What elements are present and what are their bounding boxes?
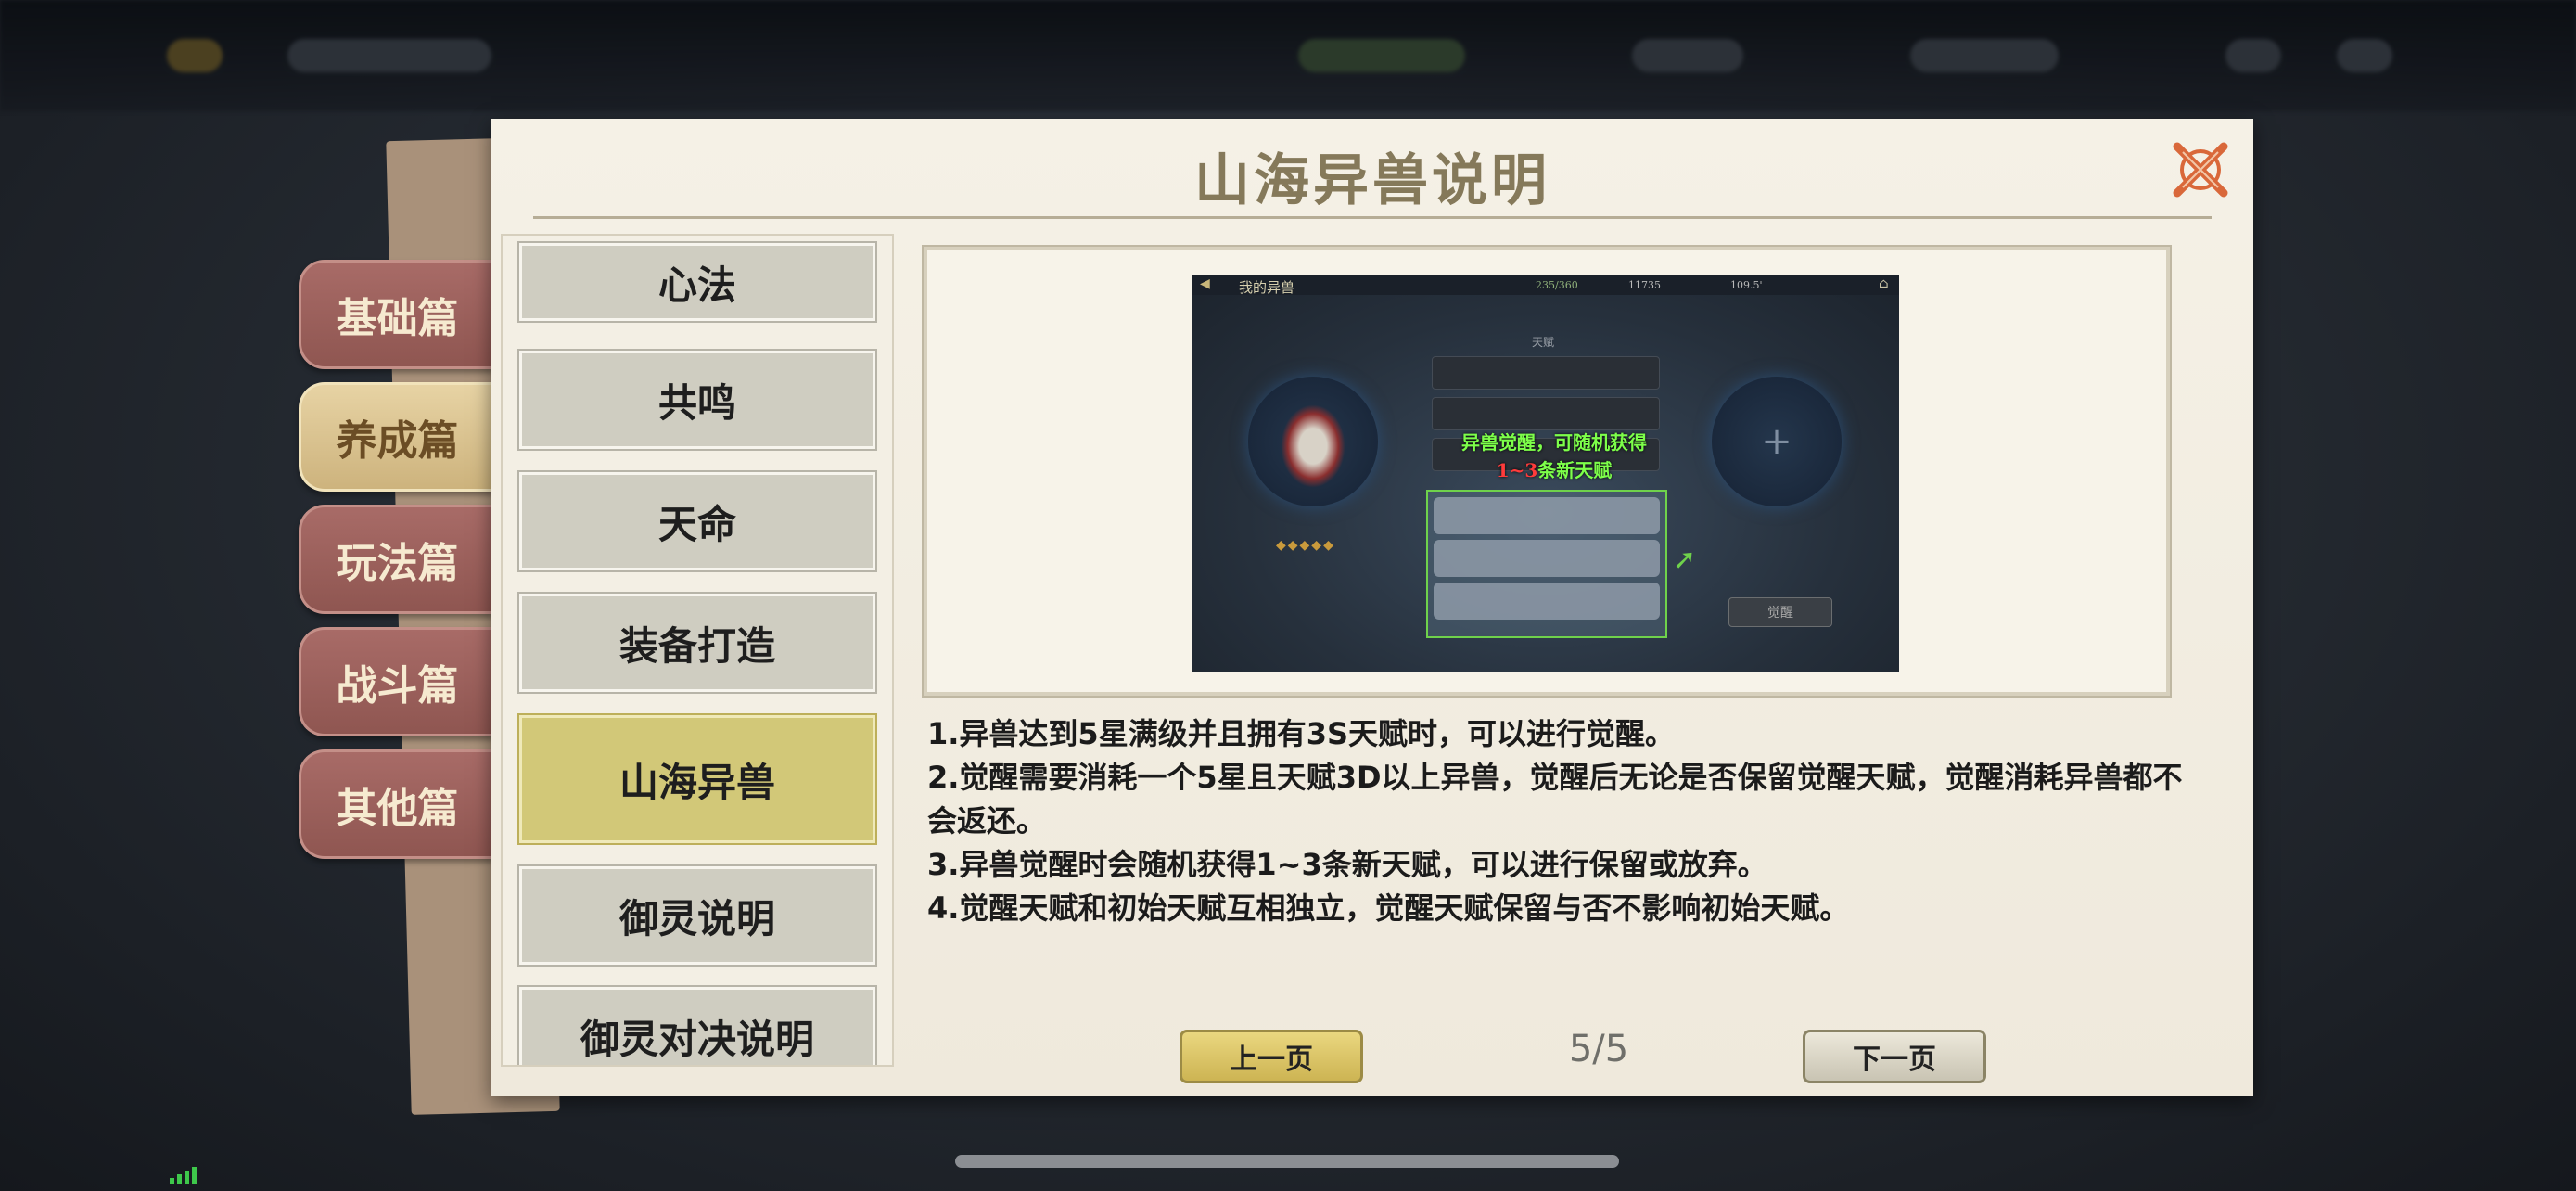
- topic-label: 山海异兽: [618, 759, 775, 805]
- preview-stat-1: 235/360: [1536, 279, 1578, 291]
- awaken-tip-line1: 异兽觉醒，可随机获得: [1461, 431, 1647, 454]
- topic-list[interactable]: 心法 共鸣 天命 装备打造 山海异兽 御灵说明 御灵对决说明: [501, 234, 894, 1067]
- awaken-option: [1434, 497, 1660, 534]
- awaken-options-box: [1426, 490, 1667, 638]
- category-tab-label: 战斗篇: [336, 662, 459, 710]
- description-line-2: 2.觉醒需要消耗一个5星且天赋3D以上异兽，觉醒后无论是否保留觉醒天赋，觉醒消耗…: [927, 760, 2183, 839]
- category-tab-label: 养成篇: [336, 417, 459, 465]
- awaken-tip-line2: 1~3条新天赋: [1443, 456, 1665, 484]
- preview-header-title: 我的异兽: [1239, 279, 1295, 296]
- topic-label: 御灵说明: [618, 895, 775, 941]
- category-tab-label: 其他篇: [336, 785, 459, 832]
- topic-label: 御灵对决说明: [580, 1016, 814, 1062]
- star-row: ◆◆◆◆◆: [1276, 538, 1335, 553]
- awaken-option: [1434, 540, 1660, 577]
- preview-stat-3: 109.5': [1730, 279, 1763, 291]
- topic-label: 心法: [657, 262, 736, 308]
- green-arrow-icon: ➚: [1673, 544, 1697, 576]
- topic-label: 装备打造: [618, 622, 775, 669]
- category-tab-basics[interactable]: 基础篇: [299, 260, 493, 369]
- awaken-tip: 异兽觉醒，可随机获得 1~3条新天赋: [1443, 429, 1665, 484]
- prev-page-button[interactable]: 上一页: [1180, 1030, 1363, 1083]
- next-page-button[interactable]: 下一页: [1803, 1030, 1986, 1083]
- awaken-tip-rest: 条新天赋: [1537, 459, 1613, 481]
- topic-item-tianming[interactable]: 天命: [517, 470, 877, 572]
- talent-row: [1432, 356, 1660, 390]
- description-line-3: 3.异兽觉醒时会随机获得1~3条新天赋，可以进行保留或放弃。: [927, 847, 1767, 882]
- preview-screenshot: ◀ 我的异兽 235/360 11735 109.5' ⌂ + 天赋 异兽觉醒，…: [1192, 275, 1899, 672]
- home-indicator-bar[interactable]: [955, 1155, 1619, 1168]
- preview-stat-2: 11735: [1628, 279, 1661, 291]
- help-dialog: 山海异兽说明 心法 共鸣 天命 装备打造 山海异兽 御灵说明 御灵对决说明 ◀ …: [491, 119, 2253, 1096]
- close-x-icon: [2173, 142, 2228, 198]
- preview-frame: ◀ 我的异兽 235/360 11735 109.5' ⌂ + 天赋 异兽觉醒，…: [922, 245, 2172, 698]
- topic-item-gongming[interactable]: 共鸣: [517, 349, 877, 451]
- preview-section-title: 天赋: [1532, 336, 1555, 349]
- dialog-title: 山海异兽说明: [1194, 148, 1550, 213]
- next-page-label: 下一页: [1853, 1044, 1936, 1076]
- description-line-4: 4.觉醒天赋和初始天赋互相独立，觉醒天赋保留与否不影响初始天赋。: [927, 890, 1850, 926]
- category-tab-gameplay[interactable]: 玩法篇: [299, 505, 493, 614]
- description-line-1: 1.异兽达到5星满级并且拥有3S天赋时，可以进行觉醒。: [927, 716, 1676, 751]
- empty-slot-circle: +: [1712, 377, 1842, 506]
- topic-label: 天命: [657, 501, 736, 547]
- topic-item-xinfa[interactable]: 心法: [517, 241, 877, 323]
- topic-label: 共鸣: [657, 379, 736, 426]
- awaken-option: [1434, 583, 1660, 620]
- beast-figure: [1281, 404, 1345, 488]
- home-icon: ⌂: [1879, 276, 1889, 291]
- back-arrow-icon: ◀: [1200, 276, 1210, 291]
- talent-row: [1432, 397, 1660, 430]
- signal-icon: [170, 1167, 197, 1184]
- topic-item-spirit-guide[interactable]: 御灵说明: [517, 864, 877, 967]
- category-tab-growth[interactable]: 养成篇: [299, 382, 493, 492]
- category-tab-label: 基础篇: [336, 295, 459, 342]
- prev-page-label: 上一页: [1230, 1044, 1313, 1076]
- page-indicator: 5/5: [1568, 1028, 1629, 1070]
- topic-item-equipment-forge[interactable]: 装备打造: [517, 592, 877, 694]
- category-tab-battle[interactable]: 战斗篇: [299, 627, 493, 736]
- close-button[interactable]: [2168, 137, 2233, 202]
- category-tab-label: 玩法篇: [336, 540, 459, 587]
- topic-item-spirit-duel-guide[interactable]: 御灵对决说明: [517, 985, 877, 1065]
- topic-item-mythic-beasts[interactable]: 山海异兽: [517, 713, 877, 845]
- description-text: 1.异兽达到5星满级并且拥有3S天赋时，可以进行觉醒。 2.觉醒需要消耗一个5星…: [927, 712, 2188, 930]
- title-divider: [533, 216, 2212, 219]
- preview-awaken-button: 觉醒: [1728, 597, 1832, 627]
- awaken-tip-highlight: 1~3: [1496, 459, 1538, 481]
- category-tab-other[interactable]: 其他篇: [299, 749, 493, 859]
- blurred-top-hud: [0, 0, 2576, 111]
- preview-awaken-label: 觉醒: [1767, 606, 1793, 621]
